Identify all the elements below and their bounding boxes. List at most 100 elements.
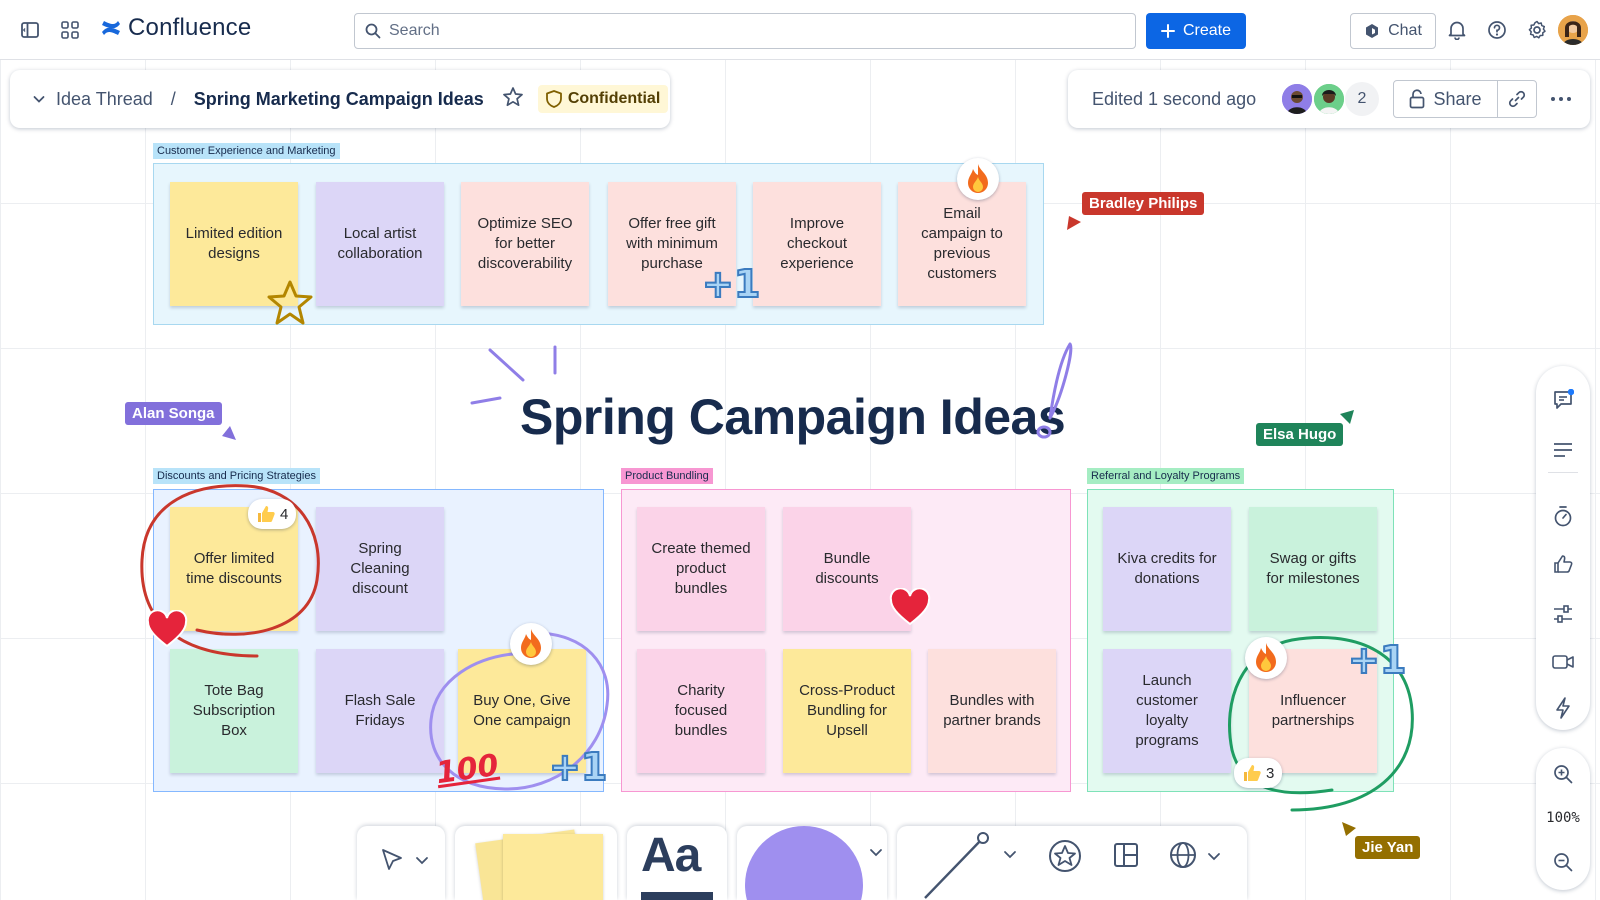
vote-thumbs-up-icon[interactable] [1551,552,1575,576]
fire-reaction-icon[interactable] [957,158,999,200]
section-label-cx[interactable]: Customer Experience and Marketing [153,143,340,159]
section-label-referral[interactable]: Referral and Loyalty Programs [1087,468,1245,484]
sticky-note[interactable]: Spring Cleaning discount [316,507,444,631]
sticky-note[interactable]: Optimize SEO for better discoverability [461,182,589,306]
thumbs-up-count: 4 [280,505,289,523]
thumbs-up-reaction[interactable]: 4 [248,499,297,529]
chevron-down-icon[interactable] [1207,850,1221,868]
sticky-note[interactable]: Bundles with partner brands [928,649,1056,773]
confluence-logo-icon [102,21,120,35]
sticky-note[interactable]: Email campaign to previous customers [898,182,1026,306]
collaboration-status-card: Edited 1 second ago 2 Share [1068,70,1590,128]
text-tool[interactable]: Aa [627,826,727,900]
fire-reaction-icon[interactable] [510,623,552,665]
plus-one-sticker[interactable]: +1 [548,744,608,790]
chevron-down-icon[interactable] [415,854,429,872]
thumbs-up-icon [1244,765,1261,781]
sticky-note[interactable]: Local artist collaboration [316,182,444,306]
chevron-down-icon [33,96,45,103]
sticky-note[interactable]: Charity focused bundles [637,649,765,773]
star-icon[interactable] [502,86,524,113]
collaborator-avatar[interactable] [1312,82,1346,116]
page-title[interactable]: Spring Marketing Campaign Ideas [194,89,484,110]
canvas-title[interactable]: Spring Campaign Ideas [520,388,1066,446]
breadcrumb-space[interactable]: Idea Thread [32,89,153,110]
layout-template-icon[interactable] [1113,842,1139,873]
cursor-label-elsa: Elsa Hugo [1256,423,1344,446]
more-actions-icon[interactable] [1546,88,1576,110]
chevron-down-icon[interactable] [1003,848,1017,866]
exclamation-doodle [1036,342,1073,439]
outline-icon[interactable] [1551,438,1575,462]
video-camera-icon[interactable] [1551,650,1575,674]
chat-label: Chat [1388,22,1422,39]
sticky-note[interactable]: Swag or gifts for milestones [1249,507,1377,631]
cursor-label-alan: Alan Songa [125,402,222,425]
cursor-arrow-icon [1342,822,1356,836]
sticker-star-icon[interactable] [1047,838,1083,879]
plus-one-sticker[interactable]: +1 [701,261,761,307]
link-icon [1508,90,1526,108]
thumbs-up-count: 3 [1266,764,1275,782]
share-label: Share [1433,88,1482,109]
plus-one-label: +1 [701,261,761,307]
lightning-bolt-icon[interactable] [1551,696,1575,720]
sticky-note[interactable]: Kiva credits for donations [1103,507,1231,631]
star-sticker-icon[interactable] [265,278,315,328]
plus-one-label: +1 [1347,637,1407,683]
text-tool-underline [641,892,713,900]
sticky-note-tool[interactable] [455,826,617,900]
shape-tool[interactable] [737,826,887,900]
search-input[interactable] [389,22,1089,40]
chat-button[interactable]: Chat [1350,13,1436,49]
sticky-note[interactable]: Improve checkout experience [753,182,881,306]
confidential-badge[interactable]: Confidential [537,85,669,113]
create-label: Create [1182,22,1232,39]
help-icon[interactable] [1485,18,1509,42]
globe-icon[interactable] [1169,841,1197,874]
sticky-note[interactable]: Create themed product bundles [637,507,765,631]
settings-gear-icon[interactable] [1525,18,1549,42]
shield-icon [545,90,562,108]
right-tools-panel [1536,366,1590,730]
text-tool-label: Aa [641,829,701,882]
line-connector-icon[interactable] [921,828,991,900]
create-button[interactable]: Create [1146,13,1246,49]
share-button[interactable]: Share [1394,81,1498,117]
app-name: Confluence [128,14,252,41]
section-label-bundling[interactable]: Product Bundling [621,468,713,484]
notifications-bell-icon[interactable] [1445,18,1469,42]
filter-sliders-icon[interactable] [1551,602,1575,626]
chevron-down-icon[interactable] [869,846,883,864]
top-navigation-bar: Confluence Create Chat [0,0,1600,60]
heart-reaction-icon[interactable] [146,610,188,650]
thumbs-up-reaction[interactable]: 3 [1234,758,1283,788]
copy-link-button[interactable] [1498,81,1536,117]
comments-icon[interactable] [1551,388,1575,412]
collaborator-avatar[interactable] [1280,82,1314,116]
collaborator-count[interactable]: 2 [1345,82,1379,116]
timer-icon[interactable] [1551,504,1575,528]
breadcrumb-separator: / [170,88,176,109]
pointer-select-icon[interactable] [381,848,403,877]
sticky-stack-front [503,834,603,900]
user-avatar[interactable] [1558,15,1588,45]
confluence-logo[interactable]: Confluence [100,14,251,42]
thumbs-up-icon [258,506,275,522]
sticky-note[interactable]: Cross-Product Bundling for Upsell [783,649,911,773]
heart-reaction-icon[interactable] [889,588,931,628]
sidebar-toggle-icon[interactable] [18,18,42,42]
sticky-note[interactable]: Tote Bag Subscription Box [170,649,298,773]
zoom-level[interactable]: 100% [1536,810,1590,826]
zoom-in-icon[interactable] [1551,762,1575,786]
sticky-note[interactable]: Launch customer loyalty programs [1103,649,1231,773]
plus-one-sticker[interactable]: +1 [1347,637,1407,683]
fire-reaction-icon[interactable] [1245,637,1287,679]
search-icon [365,23,381,39]
plus-icon [1160,24,1175,38]
zoom-out-icon[interactable] [1551,850,1575,874]
app-switcher-icon[interactable] [58,18,82,42]
cursor-arrow-icon [222,426,236,440]
search-box[interactable] [354,13,1136,49]
chat-ai-icon [1366,24,1379,38]
